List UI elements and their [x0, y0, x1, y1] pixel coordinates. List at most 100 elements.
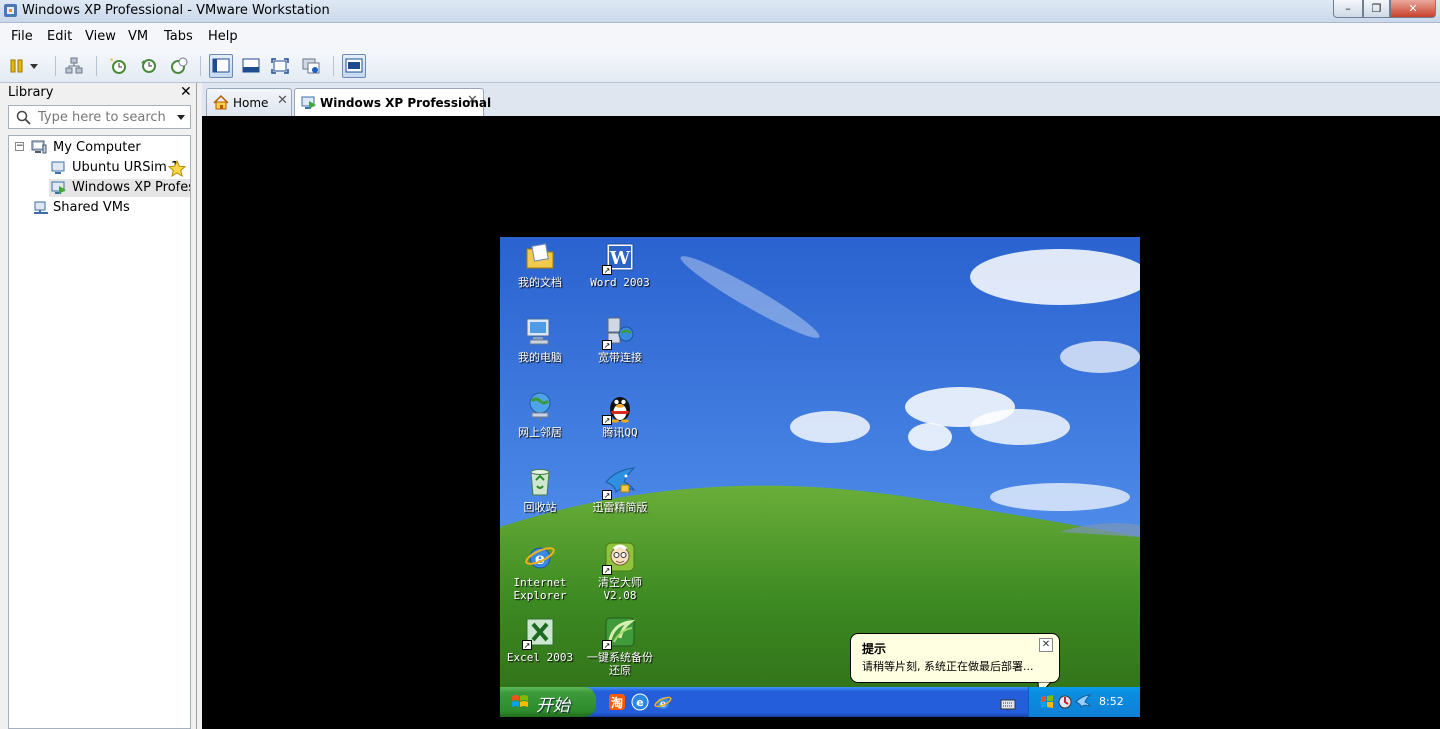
- console-view-button[interactable]: [209, 54, 233, 78]
- snapshot-take-icon: [110, 58, 126, 74]
- desktop-icon-word[interactable]: W ↗ Word 2003: [580, 241, 660, 289]
- balloon-close-button[interactable]: ✕: [1039, 638, 1053, 652]
- desktop-icon-backup-restore[interactable]: ↗ 一键系统备份 还原: [580, 616, 660, 677]
- view-quick-switch-icon: [242, 58, 260, 73]
- system-tray: 8:52: [1028, 687, 1140, 717]
- vm-running-icon: [301, 96, 316, 109]
- internet-explorer-icon: e: [654, 696, 672, 710]
- library-search-input[interactable]: Type here to search: [8, 105, 191, 129]
- guest-desktop[interactable]: 我的文档 我的电脑 网上邻居 回收站 e Internet Explorer ↗…: [500, 237, 1140, 717]
- view-fullscreen-icon: [271, 58, 289, 74]
- desktop-icon-cleaner[interactable]: ↗ 清空大师 V2.08: [580, 541, 660, 602]
- desktop-icon-network-places[interactable]: 网上邻居: [500, 391, 580, 439]
- send-ctrl-alt-del-button[interactable]: [62, 54, 86, 78]
- home-icon: [213, 95, 229, 110]
- quicklaunch-browser[interactable]: e: [631, 693, 649, 711]
- computer-icon: [31, 140, 47, 154]
- library-close-button[interactable]: ✕: [180, 84, 192, 100]
- shortcut-arrow-icon: ↗: [602, 265, 612, 275]
- menu-help[interactable]: Help: [208, 29, 238, 44]
- view-unity-icon: [302, 58, 320, 74]
- tree-collapse-toggle[interactable]: −: [15, 142, 24, 151]
- library-panel: Library ✕ Type here to search − My Compu…: [0, 83, 197, 729]
- shortcut-arrow-icon: ↗: [602, 490, 612, 500]
- take-snapshot-button[interactable]: [106, 54, 130, 78]
- toggle-library-button[interactable]: [342, 54, 366, 78]
- desktop-icon-xunlei[interactable]: ↗ 迅雷精简版: [580, 466, 660, 514]
- desktop-icon-recycle-bin[interactable]: 回收站: [500, 466, 580, 514]
- tab-home-label: Home: [233, 96, 269, 110]
- toolbar-separator: [55, 56, 56, 76]
- tab-home-close-button[interactable]: ✕: [277, 93, 288, 108]
- quick-switch-view-button[interactable]: [239, 54, 263, 78]
- svg-text:W: W: [609, 248, 631, 269]
- tray-clock: 8:52: [1099, 695, 1124, 708]
- favorite-star-icon[interactable]: [168, 160, 186, 177]
- vm-icon: [51, 161, 65, 174]
- svg-text:e: e: [636, 696, 643, 709]
- quicklaunch-taobao[interactable]: 淘: [608, 693, 626, 711]
- desktop-icon-internet-explorer[interactable]: e Internet Explorer: [500, 541, 580, 602]
- search-dropdown-icon[interactable]: [177, 114, 186, 121]
- tab-winxp-close-button[interactable]: ✕: [467, 93, 478, 108]
- tab-winxp[interactable]: Windows XP Professional ✕: [294, 88, 491, 117]
- minimize-button[interactable]: –: [1333, 0, 1363, 18]
- start-button[interactable]: 开始: [500, 687, 596, 717]
- window-title: Windows XP Professional - VMware Worksta…: [22, 3, 330, 18]
- fullscreen-view-button[interactable]: [268, 54, 292, 78]
- toolbar-separator: [333, 56, 334, 76]
- tray-xp-icon[interactable]: [1039, 694, 1055, 710]
- guest-taskbar: 开始 淘 e e 8:52: [500, 687, 1140, 717]
- restore-button[interactable]: ❐: [1363, 0, 1390, 18]
- shortcut-arrow-icon: ↗: [602, 640, 612, 650]
- menu-vm[interactable]: VM: [128, 29, 148, 44]
- library-title: Library: [8, 85, 54, 100]
- tray-security-icon[interactable]: [1057, 694, 1073, 710]
- shared-vms-icon: [34, 201, 48, 214]
- title-bar: Windows XP Professional - VMware Worksta…: [0, 0, 1440, 23]
- toolbar: [0, 51, 1440, 83]
- keyboard-tray-button[interactable]: [1000, 696, 1016, 710]
- power-dropdown-button[interactable]: [27, 54, 41, 78]
- desktop-icon-broadband[interactable]: ↗ 宽带连接: [580, 316, 660, 364]
- desktop-icon-my-computer[interactable]: 我的电脑: [500, 316, 580, 364]
- network-places-icon: [529, 392, 551, 421]
- snapshot-revert-icon: [141, 59, 156, 73]
- menu-tabs[interactable]: Tabs: [164, 29, 193, 44]
- balloon-text: 请稍等片刻, 系统正在做最后部署...: [862, 660, 1034, 673]
- tree-vm-winxp[interactable]: Windows XP Profess: [72, 179, 190, 197]
- desktop-icon-my-documents[interactable]: 我的文档: [500, 241, 580, 289]
- close-button[interactable]: ✕: [1390, 0, 1436, 18]
- menu-view[interactable]: View: [85, 29, 116, 44]
- tree-shared-vms[interactable]: Shared VMs: [53, 199, 130, 217]
- keyboard-icon: [1000, 699, 1016, 710]
- tab-home[interactable]: Home ✕: [206, 88, 292, 116]
- menu-file[interactable]: File: [11, 29, 33, 44]
- vm-running-icon: [51, 181, 66, 194]
- send-ctrl-alt-del-icon: [65, 57, 83, 74]
- view-library-toggle-icon: [345, 58, 363, 73]
- quicklaunch-ie[interactable]: e: [654, 693, 672, 711]
- library-tree: − My Computer Ubuntu URSim 1 Windows XP …: [8, 135, 191, 729]
- tree-vm-ubuntu[interactable]: Ubuntu URSim 1: [72, 159, 179, 177]
- search-icon: [16, 110, 31, 125]
- desktop-icon-qq[interactable]: ↗ 腾讯QQ: [580, 391, 660, 439]
- shortcut-arrow-icon: ↗: [602, 565, 612, 575]
- computer-icon: [526, 318, 550, 345]
- tree-my-computer[interactable]: My Computer: [53, 139, 141, 157]
- balloon-notification: 提示 请稍等片刻, 系统正在做最后部署... ✕: [850, 633, 1060, 696]
- taobao-icon: 淘: [609, 694, 625, 710]
- snapshot-manager-icon: [171, 57, 188, 74]
- shortcut-arrow-icon: ↗: [602, 340, 612, 350]
- my-documents-icon: [526, 243, 554, 269]
- windows-flag-icon: [512, 695, 528, 707]
- revert-snapshot-button[interactable]: [137, 54, 161, 78]
- shortcut-arrow-icon: ↗: [522, 640, 532, 650]
- snapshot-manager-button[interactable]: [167, 54, 191, 78]
- menu-edit[interactable]: Edit: [47, 29, 72, 44]
- tray-xunlei-icon[interactable]: [1075, 694, 1091, 710]
- pause-button[interactable]: [5, 54, 29, 78]
- search-placeholder: Type here to search: [38, 110, 166, 125]
- desktop-icon-excel[interactable]: ↗ Excel 2003: [500, 616, 580, 664]
- unity-view-button[interactable]: [299, 54, 323, 78]
